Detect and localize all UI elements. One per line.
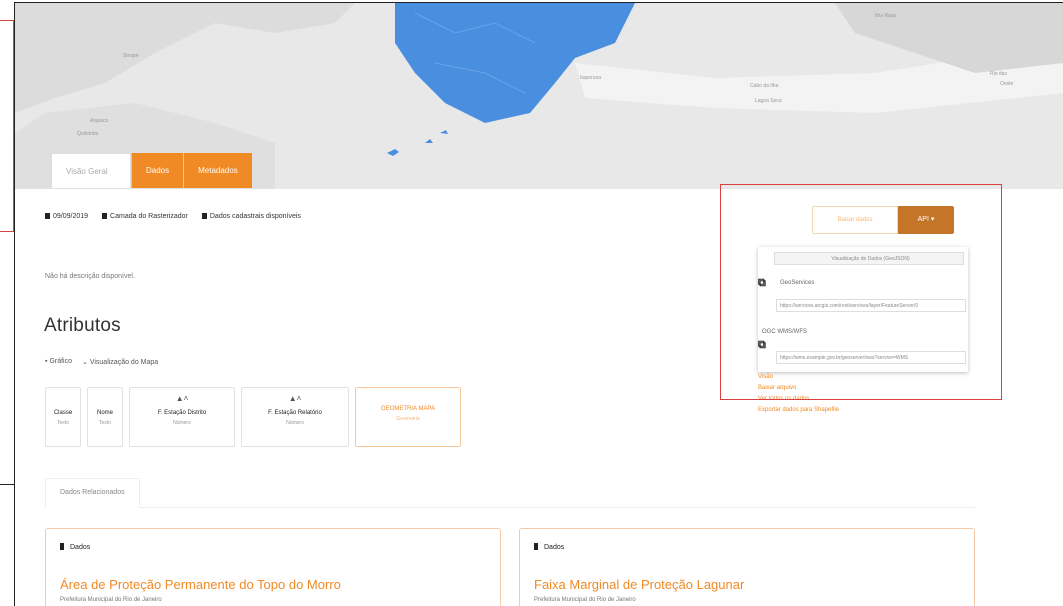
map-view[interactable]: Sinopé Atapaco Quilombo Itaperuna Cabo d…	[15, 3, 1063, 189]
related-card-type: Dados	[60, 543, 90, 551]
tab-metadata[interactable]: Metadados	[183, 153, 252, 188]
sort-icon: ▲˄	[288, 394, 302, 403]
related-card-type: Dados	[534, 543, 564, 551]
meta-type: Camada do Rasterizador	[102, 213, 188, 220]
attribute-cards: Classe Texto Nome Texto ▲˄ F. Estação Di…	[45, 387, 461, 447]
meta-date: 09/09/2019	[45, 213, 88, 220]
attribute-card[interactable]: Nome Texto	[87, 387, 123, 447]
related-card-title[interactable]: Faixa Marginal de Proteção Lagunar	[534, 577, 744, 592]
attributes-heading: Atributos	[44, 315, 121, 336]
map-label: Rio das	[990, 71, 1007, 77]
divider-left	[0, 484, 14, 485]
tab-related-data[interactable]: Dados Relacionados	[45, 478, 140, 508]
option-chart[interactable]: ▪ Gráfico	[45, 358, 72, 366]
file-icon	[534, 543, 538, 550]
attribute-card[interactable]: Classe Texto	[45, 387, 81, 447]
selection-mark-right	[720, 184, 1002, 400]
calendar-icon	[45, 213, 50, 219]
link-export-shapefile[interactable]: Exportar dados para Shapefile	[758, 405, 839, 416]
related-tabs: Dados Relacionados	[45, 478, 975, 508]
tab-data[interactable]: Dados	[131, 153, 184, 188]
layer-icon	[102, 213, 108, 219]
map-label: Sinopé	[123, 53, 139, 59]
item-meta: 09/09/2019 Camada do Rasterizador Dados …	[45, 213, 301, 220]
attribute-card-selected[interactable]: GEOMETRIA MAPA Geometria	[355, 387, 461, 447]
related-card[interactable]: Dados Faixa Marginal de Proteção Lagunar…	[519, 528, 975, 606]
attribute-view-options: ▪ Gráfico ⌄ Visualização do Mapa	[45, 358, 158, 366]
option-map-view[interactable]: ⌄ Visualização do Mapa	[82, 358, 158, 366]
map-label: Atapaco	[90, 118, 109, 124]
records-icon	[201, 213, 207, 219]
map-label: Ilha Rasa	[875, 13, 897, 19]
related-card-owner: Prefeitura Municipal do Rio de Janeiro	[534, 597, 636, 603]
map-label: Cabo da Ilha	[750, 83, 779, 89]
attribute-card[interactable]: ▲˄ F. Estação Distrito Número	[129, 387, 235, 447]
item-description: Não há descrição disponível.	[45, 273, 135, 280]
file-icon	[60, 543, 64, 550]
map-label: Quilombo	[77, 131, 99, 137]
map-label: Oeste	[1000, 81, 1014, 87]
meta-records: Dados cadastrais disponíveis	[201, 213, 301, 220]
tab-overview[interactable]: Visão Geral	[51, 153, 131, 188]
map-label: Lagoa Seca	[755, 98, 782, 104]
view-tabs: Visão Geral Dados Metadados	[51, 153, 252, 188]
related-card-title[interactable]: Área de Proteção Permanente do Topo do M…	[60, 577, 341, 592]
sort-icon: ▲˄	[175, 394, 189, 403]
map-label: Itaperuna	[580, 75, 602, 81]
related-card[interactable]: Dados Área de Proteção Permanente do Top…	[45, 528, 501, 606]
attribute-card[interactable]: ▲˄ F. Estação Relatório Número	[241, 387, 349, 447]
related-card-owner: Prefeitura Municipal do Rio de Janeiro	[60, 597, 162, 603]
selection-mark-left	[0, 20, 14, 232]
